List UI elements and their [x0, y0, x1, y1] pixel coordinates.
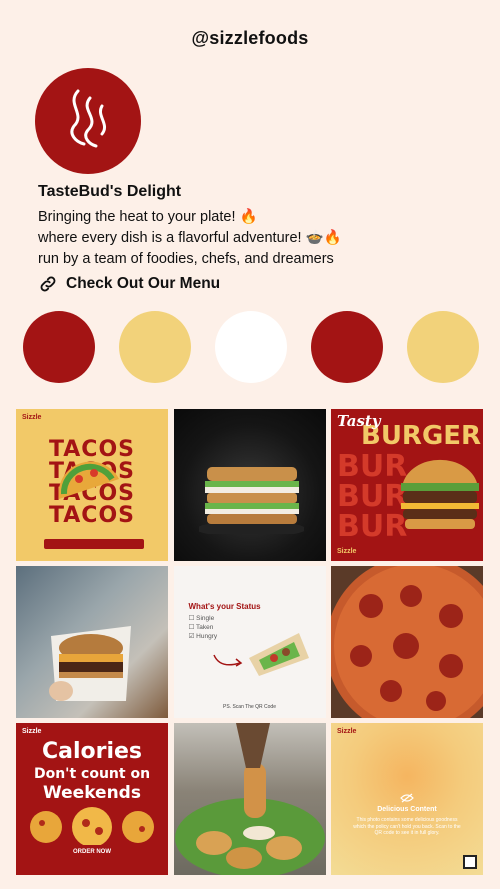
status-option: ☐ Taken — [188, 624, 214, 631]
delicious-title: Delicious Content — [377, 806, 437, 813]
bio-line: run by a team of foodies, chefs, and dre… — [38, 251, 334, 267]
brand-logo: Sizzle — [337, 728, 357, 735]
status-option: ☐ Single — [188, 615, 215, 622]
burger-icon — [401, 459, 479, 529]
post-burgers[interactable]: BUR BUR BUR BURGERS Tasty Sizzle — [331, 409, 483, 561]
order-now-label: ORDER NOW — [73, 849, 111, 855]
scan-note: PS. Scan The QR Code — [223, 704, 276, 710]
pizza-icon — [331, 566, 483, 718]
link-icon — [40, 276, 56, 292]
highlight-circle[interactable] — [23, 311, 95, 383]
calories-line: Weekends — [43, 783, 141, 803]
highlights-row — [23, 311, 479, 383]
eye-off-icon — [400, 793, 414, 803]
post-delicious[interactable]: Sizzle Delicious Content This photo cont… — [331, 723, 483, 875]
wrap-icon — [248, 633, 309, 676]
nuggets-icon — [174, 723, 325, 875]
highlight-circle[interactable] — [311, 311, 383, 383]
sandwich-icon — [198, 467, 304, 534]
post-sandwich[interactable] — [173, 409, 326, 561]
brand-logo: Sizzle — [337, 548, 357, 555]
highlight-circle[interactable] — [215, 311, 287, 383]
profile-handle: @sizzlefoods — [191, 28, 309, 48]
tasty-label: Tasty — [337, 412, 381, 430]
post-grid: Sizzle TACOS TACOS TACOS TACOS BUR BUR B… — [16, 409, 483, 875]
profile-name: TasteBud's Delight — [38, 183, 182, 200]
burger-wrap-icon — [49, 626, 131, 701]
qr-code-icon — [463, 855, 477, 869]
bio-line: Bringing the heat to your plate! 🔥 — [38, 209, 258, 225]
brand-logo: Sizzle — [22, 414, 42, 421]
brand-logo: Sizzle — [22, 728, 42, 735]
menu-link-label: Check Out Our Menu — [66, 275, 221, 292]
arrow-icon — [212, 654, 242, 667]
calories-line: Don't count on — [33, 766, 151, 782]
tacos-word: TACOS — [48, 503, 136, 528]
profile-bio: Bringing the heat to your plate! 🔥 where… — [38, 207, 342, 270]
delicious-desc: This photo contains some delicious goodn… — [353, 817, 461, 836]
steam-icon — [70, 89, 107, 148]
calories-line: Calories — [41, 739, 143, 764]
post-tacos[interactable]: Sizzle TACOS TACOS TACOS TACOS — [16, 409, 168, 561]
highlight-circle[interactable] — [119, 311, 191, 383]
tacos-footer-bar — [44, 539, 144, 549]
menu-link[interactable]: Check Out Our Menu — [38, 274, 220, 294]
taco-icon — [58, 461, 119, 499]
post-pizza[interactable] — [331, 566, 483, 718]
burger-repeat-word: BUR — [337, 509, 408, 544]
highlight-circle[interactable] — [407, 311, 479, 383]
pizzas-icon — [30, 807, 154, 845]
status-title: What's your Status — [188, 602, 261, 611]
post-nuggets[interactable] — [173, 723, 326, 875]
post-calories[interactable]: Sizzle Calories Don't count on Weekends … — [16, 723, 168, 875]
post-status[interactable]: What's your Status ☐ Single ☐ Taken ☑ Hu… — [173, 566, 326, 718]
bio-line: where every dish is a flavorful adventur… — [38, 230, 342, 246]
avatar[interactable] — [35, 68, 141, 174]
post-burger-hand[interactable] — [16, 566, 168, 718]
status-option: ☑ Hungry — [188, 633, 218, 640]
